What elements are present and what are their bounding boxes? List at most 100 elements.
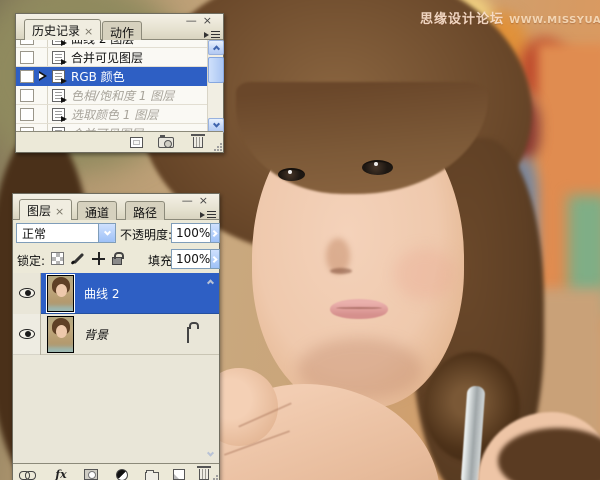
new-group-button[interactable]: [142, 467, 162, 480]
history-brush-source-checkbox[interactable]: [20, 88, 34, 102]
history-state-label[interactable]: 选取颜色 1 图层: [71, 106, 158, 123]
history-state-list: 曲线 2 图层 合并可见图层 RGB 颜色 色相/饱和度 1 图层: [16, 40, 223, 133]
layer-style-button[interactable]: fx: [51, 467, 71, 480]
tab-layers-label: 图层: [27, 204, 52, 218]
new-layer-icon: [173, 469, 185, 480]
visibility-toggle[interactable]: [13, 273, 41, 314]
tab-channels-label: 通道: [85, 206, 110, 220]
close-icon[interactable]: ×: [203, 14, 218, 27]
lock-fill-row: 锁定: 填充: 100%: [13, 247, 220, 272]
eye-icon: [18, 288, 35, 298]
history-brush-source-checkbox[interactable]: [20, 107, 34, 121]
layer-name[interactable]: 曲线 2: [84, 285, 119, 302]
layer-name[interactable]: 背景: [84, 326, 108, 343]
history-state-pointer-icon[interactable]: [39, 71, 47, 81]
tab-paths-label: 路径: [133, 206, 158, 220]
tab-close-icon[interactable]: ×: [84, 25, 93, 38]
new-document-from-state-button[interactable]: [126, 135, 146, 150]
history-state-row-current[interactable]: RGB 颜色: [16, 67, 223, 86]
blend-opacity-row: 正常 不透明度: 100%: [13, 221, 220, 246]
tab-history[interactable]: 历史记录 ×: [24, 19, 102, 40]
new-layer-button[interactable]: [169, 467, 189, 480]
photo-lips: [336, 307, 382, 309]
history-state-label[interactable]: RGB 颜色: [71, 68, 125, 85]
history-panel-tabstrip: 历史记录 × 动作 —×: [16, 14, 223, 40]
scroll-up-icon[interactable]: [204, 275, 217, 288]
slider-arrow-icon[interactable]: [210, 224, 219, 242]
lock-all-icon[interactable]: [112, 251, 124, 265]
layer-row-background[interactable]: 背景: [13, 313, 219, 355]
slider-arrow-icon[interactable]: [210, 250, 219, 268]
layers-panel-tabstrip: 图层 × 通道 路径 —×: [13, 194, 219, 220]
opacity-value[interactable]: 100%: [172, 226, 210, 240]
delete-state-button[interactable]: [188, 134, 208, 150]
history-state-doc-icon: [52, 50, 67, 65]
tab-close-icon[interactable]: ×: [55, 205, 64, 218]
history-state-label[interactable]: 曲线 2 图层: [71, 40, 134, 47]
new-snapshot-button[interactable]: [156, 135, 176, 150]
scroll-up-icon[interactable]: [208, 40, 224, 55]
tab-history-label: 历史记录: [32, 24, 81, 38]
history-brush-source-checkbox[interactable]: [20, 40, 34, 45]
lock-transparency-icon[interactable]: [51, 251, 64, 265]
photo-eye-highlight: [374, 162, 378, 166]
tab-layers[interactable]: 图层 ×: [19, 199, 73, 220]
trash-icon: [191, 134, 205, 148]
layers-panel: 图层 × 通道 路径 —× 正常 不透明度: 100% 锁定: 填充: 100%…: [12, 193, 220, 480]
history-state-row[interactable]: 色相/饱和度 1 图层: [16, 86, 223, 105]
watermark-site-url: WWW.MISSYUAN.COM: [509, 15, 600, 26]
layers-list: 曲线 2 背景: [13, 273, 219, 463]
lock-position-icon[interactable]: [92, 251, 105, 265]
tab-actions-label: 动作: [110, 26, 135, 40]
history-brush-source-checkbox[interactable]: [20, 50, 34, 64]
tab-channels[interactable]: 通道: [77, 201, 118, 220]
history-state-row[interactable]: 选取颜色 1 图层: [16, 105, 223, 124]
new-document-icon: [129, 137, 143, 148]
new-adjustment-layer-button[interactable]: [112, 467, 132, 480]
link-layers-button[interactable]: [17, 467, 37, 480]
layer-locked-badge: [187, 327, 189, 343]
close-icon[interactable]: ×: [199, 194, 214, 207]
visibility-toggle[interactable]: [13, 313, 41, 355]
blend-mode-select[interactable]: 正常: [16, 223, 116, 243]
photo-nose: [330, 268, 352, 274]
trash-icon: [197, 466, 211, 480]
fill-input[interactable]: 100%: [171, 249, 220, 269]
chevron-down-icon[interactable]: [98, 224, 115, 242]
add-layer-mask-button[interactable]: [81, 467, 101, 480]
history-state-label[interactable]: 色相/饱和度 1 图层: [71, 87, 174, 104]
opacity-input[interactable]: 100%: [171, 223, 220, 243]
fill-value[interactable]: 100%: [172, 252, 210, 266]
eye-icon: [18, 329, 35, 339]
panel-resize-grip[interactable]: [210, 475, 218, 480]
lock-icon: [187, 327, 189, 343]
layer-thumbnail[interactable]: [47, 274, 74, 312]
history-scrollbar[interactable]: [207, 40, 224, 133]
link-icon: [19, 470, 36, 480]
layer-row-curves2[interactable]: 曲线 2: [13, 273, 219, 314]
history-state-doc-icon: [52, 107, 67, 122]
scrollbar-thumb[interactable]: [208, 57, 224, 83]
history-state-row[interactable]: 曲线 2 图层: [16, 40, 223, 48]
panel-menu-icon[interactable]: [200, 210, 216, 220]
tab-actions[interactable]: 动作: [102, 21, 143, 40]
lock-buttons: [51, 251, 124, 265]
history-state-row[interactable]: 合并可见图层: [16, 48, 223, 67]
photoshop-workspace: 思缘设计论坛 WWW.MISSYUAN.COM 历史记录× 动作 —× 曲线 2…: [0, 0, 600, 480]
history-state-doc-icon: [52, 40, 67, 46]
history-brush-source-checkbox[interactable]: [20, 69, 34, 83]
watermark-site-name: 思缘设计论坛: [420, 12, 505, 27]
layer-mask-icon: [84, 469, 98, 480]
panel-menu-icon[interactable]: [204, 30, 220, 40]
lock-pixels-icon[interactable]: [71, 251, 85, 265]
panel-resize-grip[interactable]: [214, 143, 222, 151]
history-state-label[interactable]: 合并可见图层: [71, 49, 143, 66]
minimize-icon[interactable]: —: [182, 194, 199, 207]
layer-thumbnail[interactable]: [47, 315, 74, 353]
minimize-icon[interactable]: —: [186, 14, 203, 27]
scroll-down-icon[interactable]: [204, 448, 217, 461]
tab-paths[interactable]: 路径: [125, 201, 166, 220]
layers-panel-footer: fx: [13, 463, 219, 480]
adjustment-layer-icon: [116, 468, 128, 480]
camera-icon: [158, 135, 174, 148]
